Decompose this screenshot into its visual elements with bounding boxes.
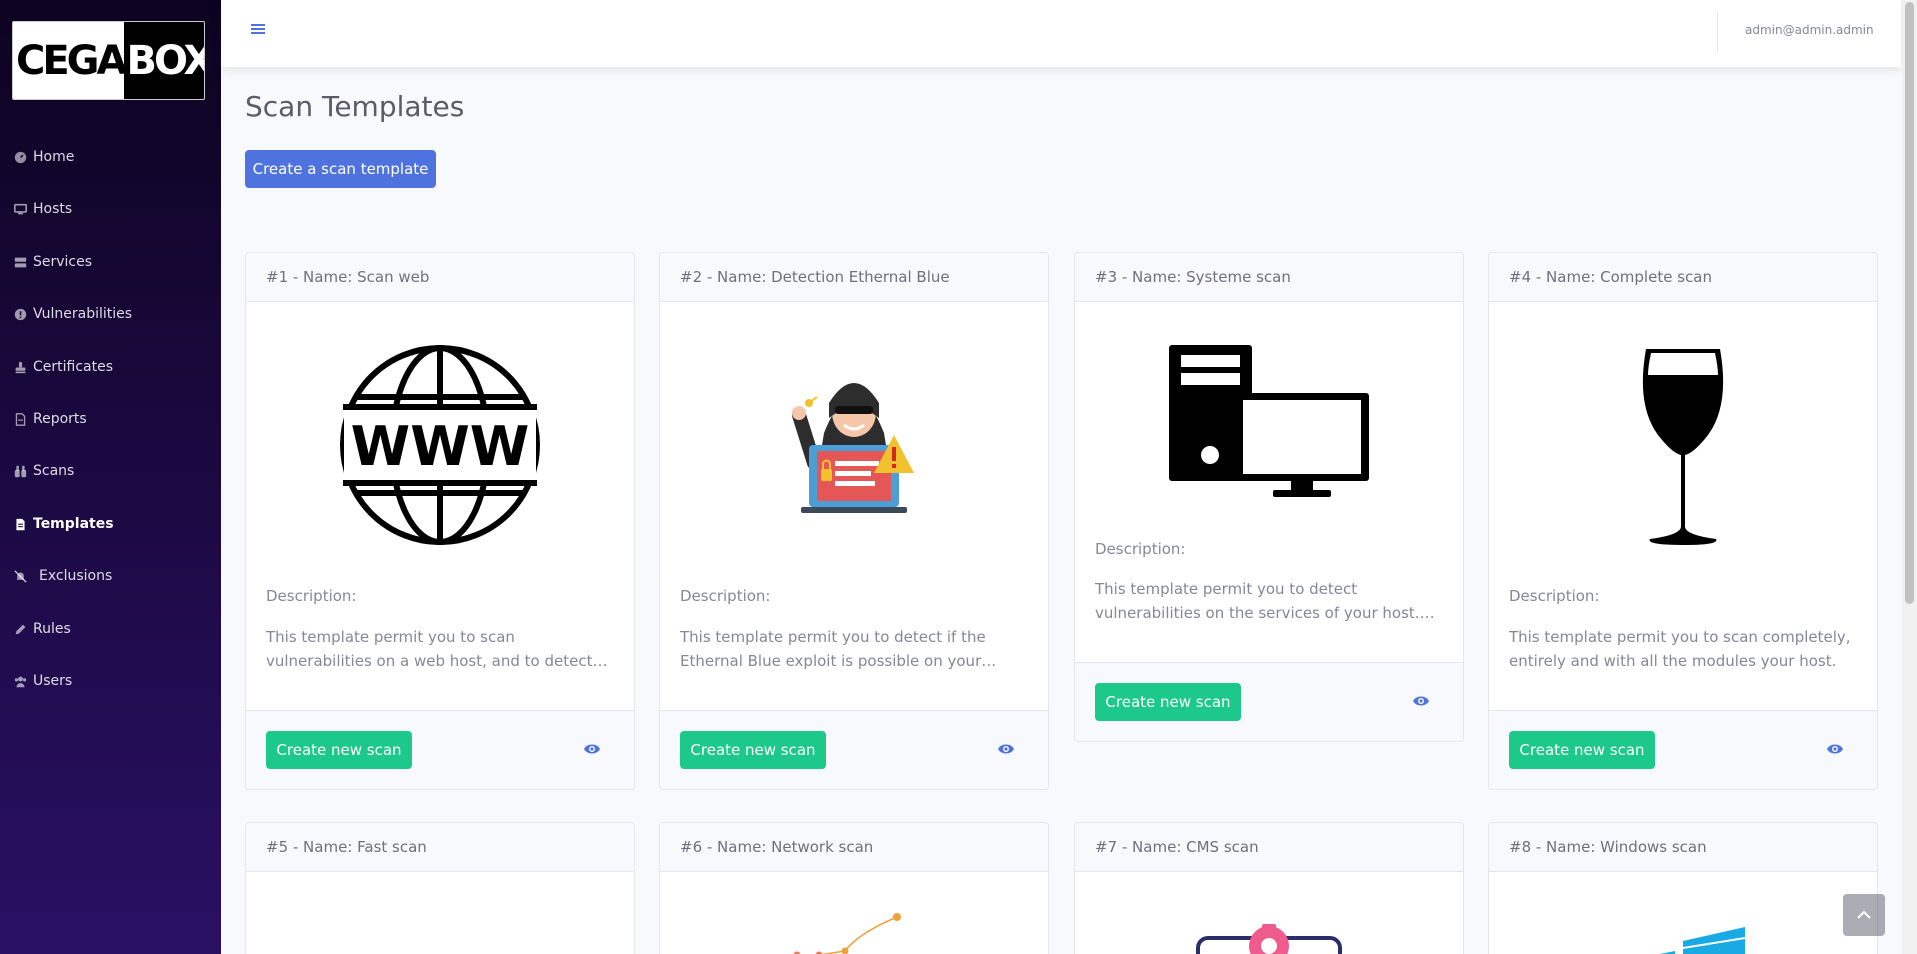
description-label: Description: <box>1509 587 1600 605</box>
cms-gear-icon <box>1075 924 1463 954</box>
page-scrollbar[interactable] <box>1902 0 1917 954</box>
description-text: This template permit you to scan vulnera… <box>266 628 593 670</box>
scrollbar-thumb[interactable] <box>1905 2 1914 604</box>
file-report-icon <box>13 412 27 426</box>
card-footer: Create new scan <box>660 710 1048 789</box>
template-card: #1 - Name: Scan web WWW Description: Thi… <box>245 252 635 790</box>
wine-glass-icon <box>1489 345 1877 547</box>
sidebar-item-label: Vulnerabilities <box>33 306 133 322</box>
template-card: #2 - Name: Detection Ethernal Blue Descr… <box>659 252 1049 790</box>
brand-logo[interactable]: CEGA BOX <box>12 21 205 100</box>
windows-logo-icon <box>1489 917 1877 954</box>
sidebar-item-exclusions[interactable]: Exclusions <box>0 556 221 596</box>
hacker-laptop-icon <box>660 363 1048 533</box>
sidebar-item-scans[interactable]: Scans <box>0 451 221 491</box>
gauge-icon <box>13 150 27 164</box>
template-card: #7 - Name: CMS scan <box>1074 822 1464 954</box>
network-graph-icon <box>660 911 1048 954</box>
sidebar-item-label: Certificates <box>33 359 114 375</box>
topbar-divider <box>1717 12 1718 52</box>
sidebar-item-users[interactable]: Users <box>0 661 221 701</box>
card-title: #1 - Name: Scan web <box>246 253 634 302</box>
topbar: admin@admin.admin <box>221 0 1901 67</box>
chevron-up-icon <box>1857 910 1871 919</box>
sidebar-item-home[interactable]: Home <box>0 137 221 177</box>
description-label: Description: <box>1095 540 1186 558</box>
create-new-scan-button[interactable]: Create new scan <box>1095 683 1241 721</box>
sidebar-item-label: Scans <box>33 463 75 479</box>
user-menu[interactable]: admin@admin.admin <box>1745 23 1874 37</box>
hamburger-icon-bar <box>251 28 265 30</box>
hamburger-icon-bar <box>251 32 265 34</box>
create-new-scan-button[interactable]: Create new scan <box>266 731 412 769</box>
sidebar-item-services[interactable]: Services <box>0 242 221 282</box>
sidebar-item-label: Templates <box>33 516 114 532</box>
card-footer: Create new scan <box>1489 710 1877 789</box>
sidebar-item-vulnerabilities[interactable]: Vulnerabilities <box>0 294 221 334</box>
card-title: #6 - Name: Network scan <box>660 823 1048 872</box>
eye-icon[interactable] <box>1826 742 1844 756</box>
page-title: Scan Templates <box>245 90 465 123</box>
eye-icon[interactable] <box>1412 694 1430 708</box>
description-text: This template permit you to detect vulne… <box>1095 580 1420 622</box>
card-title: #2 - Name: Detection Ethernal Blue <box>660 253 1048 302</box>
svg-text:WWW: WWW <box>351 415 530 478</box>
pen-icon <box>13 622 27 636</box>
exclamation-circle-icon <box>13 307 27 321</box>
card-title: #8 - Name: Windows scan <box>1489 823 1877 872</box>
create-template-button[interactable]: Create a scan template <box>245 150 436 188</box>
sidebar-item-label: Rules <box>33 621 71 637</box>
card-title: #3 - Name: Systeme scan <box>1075 253 1463 302</box>
scroll-to-top-button[interactable] <box>1843 894 1885 936</box>
eye-icon[interactable] <box>997 742 1015 756</box>
sidebar-item-templates[interactable]: Templates <box>0 504 221 544</box>
description-text: This template permit you to detect if th… <box>680 628 986 670</box>
create-new-scan-button[interactable]: Create new scan <box>680 731 826 769</box>
bell-slash-icon <box>13 569 27 583</box>
template-card: #3 - Name: Systeme scan Description: Thi… <box>1074 252 1464 742</box>
server-icon <box>13 255 27 269</box>
sidebar-item-label: Home <box>33 149 75 165</box>
description-label: Description: <box>680 587 771 605</box>
sidebar: CEGA BOX Home Hosts Services Vulnerabili… <box>0 0 221 954</box>
template-card: #6 - Name: Network scan <box>659 822 1049 954</box>
create-new-scan-button[interactable]: Create new scan <box>1509 731 1655 769</box>
sidebar-toggle-button[interactable] <box>251 22 269 40</box>
sidebar-item-label: Services <box>33 254 93 270</box>
binoculars-icon <box>13 464 27 478</box>
card-footer: Create new scan <box>1075 662 1463 741</box>
hamburger-icon <box>251 24 265 26</box>
card-footer: Create new scan <box>246 710 634 789</box>
brand-logo-part2: BOX <box>124 22 204 99</box>
description-label: Description: <box>266 587 357 605</box>
template-card: #4 - Name: Complete scan Description: Th… <box>1488 252 1878 790</box>
file-icon <box>13 517 27 531</box>
sidebar-item-label: Reports <box>33 411 87 427</box>
sidebar-item-rules[interactable]: Rules <box>0 609 221 649</box>
brand-logo-part1: CEGA <box>13 22 127 99</box>
stamp-icon <box>13 360 27 374</box>
sidebar-item-hosts[interactable]: Hosts <box>0 189 221 229</box>
eye-icon[interactable] <box>583 742 601 756</box>
sidebar-item-reports[interactable]: Reports <box>0 399 221 439</box>
desktop-icon <box>13 202 27 216</box>
description-text: This template permit you to scan complet… <box>1509 628 1851 670</box>
www-globe-icon: WWW <box>246 345 634 545</box>
card-title: #5 - Name: Fast scan <box>246 823 634 872</box>
card-title: #4 - Name: Complete scan <box>1489 253 1877 302</box>
template-card: #8 - Name: Windows scan <box>1488 822 1878 954</box>
template-card: #5 - Name: Fast scan <box>245 822 635 954</box>
users-icon <box>13 674 27 688</box>
sidebar-item-label: Hosts <box>33 201 73 217</box>
desktop-computer-icon <box>1075 345 1463 500</box>
card-title: #7 - Name: CMS scan <box>1075 823 1463 872</box>
sidebar-item-certificates[interactable]: Certificates <box>0 347 221 387</box>
sidebar-item-label: Users <box>33 673 73 689</box>
sidebar-item-label: Exclusions <box>39 568 113 584</box>
